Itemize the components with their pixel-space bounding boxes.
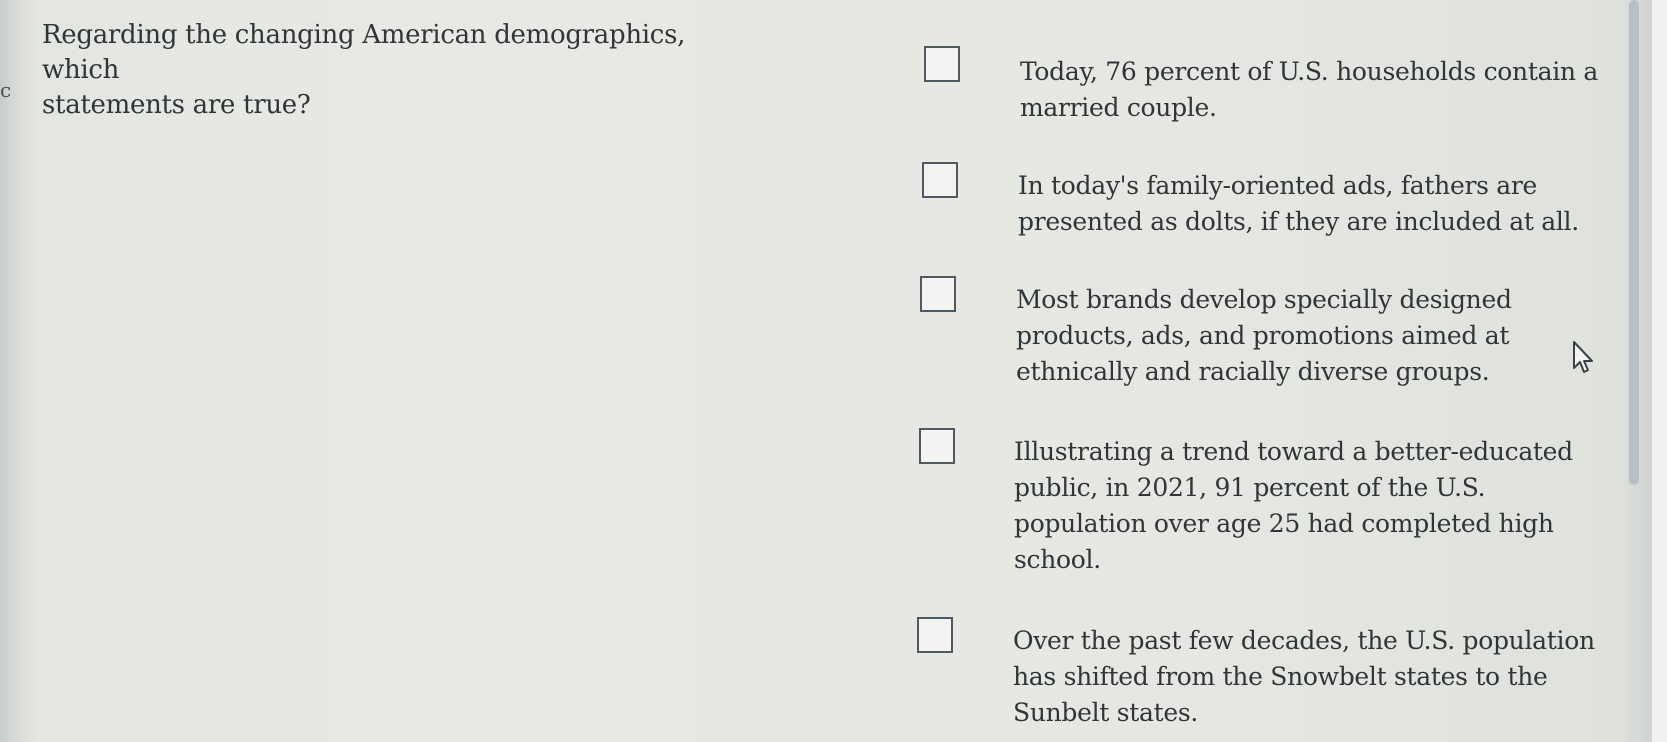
- answer-option[interactable]: Most brands develop specially designed p…: [920, 276, 1512, 386]
- window-edge: [1652, 0, 1667, 742]
- checkbox-unchecked-icon[interactable]: [924, 46, 960, 82]
- answer-option-label: Today, 76 percent of U.S. households con…: [1020, 57, 1598, 122]
- answer-option[interactable]: In today's family-oriented ads, fathers …: [922, 162, 1579, 236]
- checkbox-unchecked-icon[interactable]: [922, 162, 958, 198]
- answer-option-label: Over the past few decades, the U.S. popu…: [1013, 626, 1595, 727]
- clipped-edge-text: c: [0, 78, 12, 102]
- checkbox-unchecked-icon[interactable]: [919, 428, 955, 464]
- checkbox-unchecked-icon[interactable]: [920, 276, 956, 312]
- answer-option-label: Most brands develop specially designed p…: [1016, 285, 1512, 386]
- answer-option[interactable]: Over the past few decades, the U.S. popu…: [917, 617, 1595, 727]
- page: c Regarding the changing American demogr…: [0, 0, 1667, 742]
- question-prompt: Regarding the changing American demograp…: [42, 18, 722, 123]
- question-text: Regarding the changing American demograp…: [42, 20, 686, 120]
- scrollbar-thumb[interactable]: [1629, 0, 1639, 485]
- mouse-pointer-icon: [1573, 341, 1593, 373]
- answer-option[interactable]: Illustrating a trend toward a better-edu…: [919, 428, 1573, 574]
- answer-option-label: Illustrating a trend toward a better-edu…: [1014, 437, 1573, 574]
- checkbox-unchecked-icon[interactable]: [917, 617, 953, 653]
- answer-option-label: In today's family-oriented ads, fathers …: [1018, 171, 1579, 236]
- answer-option[interactable]: Today, 76 percent of U.S. households con…: [924, 46, 1598, 122]
